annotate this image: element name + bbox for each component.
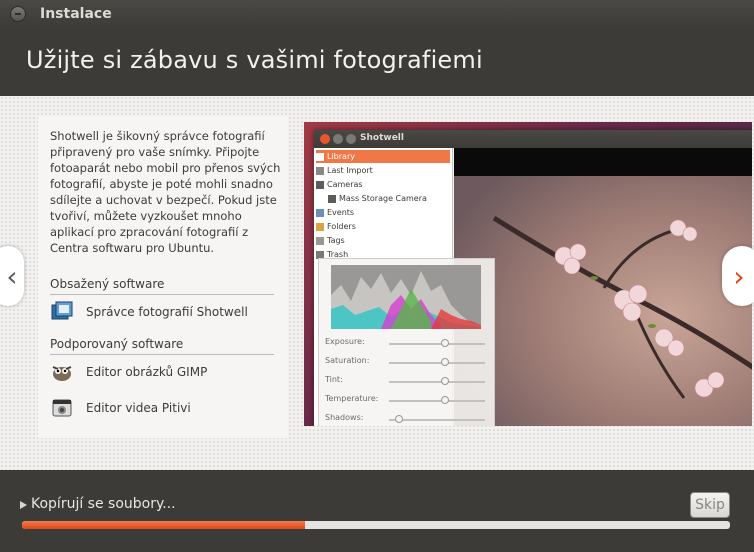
sidebar-item-events: Events <box>316 206 450 219</box>
temperature-knob <box>441 396 449 404</box>
library-icon <box>316 152 324 161</box>
blossom-branch <box>492 215 752 399</box>
next-slide-button[interactable]: › <box>722 246 754 306</box>
skip-button[interactable]: Skip <box>690 492 730 518</box>
photo-toolbar <box>454 148 752 176</box>
histogram <box>331 265 481 329</box>
pitivi-icon <box>50 397 74 419</box>
software-item-label: Správce fotografií Shotwell <box>86 305 248 319</box>
minimize-button[interactable] <box>10 6 26 22</box>
tint-knob <box>441 377 449 385</box>
software-item-shotwell: Správce fotografií Shotwell <box>50 300 248 324</box>
slider-temperature: Temperature: <box>325 394 485 408</box>
info-panel: Shotwell je šikovný správce fotografií p… <box>38 116 288 438</box>
install-footer: Kopírují se soubory... Skip <box>0 470 754 552</box>
folder-icon <box>316 222 324 231</box>
window-titlebar: Instalace <box>0 0 754 28</box>
sidebar-item-mass-storage: Mass Storage Camera <box>328 192 450 205</box>
software-item-gimp: Editor obrázků GIMP <box>50 360 207 384</box>
slider-shadows: Shadows: <box>325 413 485 426</box>
window-title: Instalace <box>40 6 112 22</box>
slide-title: Užijte si zábavu s vašimi fotografiemi <box>26 46 483 74</box>
cherry-blossom-photo <box>454 148 752 426</box>
status-text: Kopírují se soubory... <box>31 496 176 512</box>
software-item-pitivi: Editor videa Pitivi <box>50 396 191 420</box>
slider-exposure: Exposure: <box>325 337 485 351</box>
import-icon <box>316 166 324 175</box>
slide-content: Shotwell je šikovný správce fotografií p… <box>0 96 754 470</box>
progress-fill <box>22 521 306 529</box>
shotwell-screenshot: Shotwell Library Last Import Cameras Mas… <box>304 122 752 426</box>
slider-tint: Tint: <box>325 375 485 389</box>
slide-header: Užijte si zábavu s vašimi fotografiemi <box>0 28 754 96</box>
close-icon <box>320 134 330 144</box>
status-expander[interactable]: Kopírují se soubory... <box>20 496 176 512</box>
saturation-knob <box>441 358 449 366</box>
sidebar-item-folders: Folders <box>316 220 450 233</box>
events-icon <box>316 208 324 217</box>
install-progress-bar <box>22 521 730 529</box>
slider-saturation: Saturation: <box>325 356 485 370</box>
sidebar-item-tags: Tags <box>316 234 450 247</box>
previous-slide-button[interactable]: ‹ <box>0 246 24 306</box>
included-software-heading: Obsažený software <box>50 277 274 295</box>
software-item-label: Editor videa Pitivi <box>86 401 191 415</box>
supported-software-heading: Podporovaný software <box>50 337 274 355</box>
shotwell-title: Shotwell <box>360 133 404 143</box>
minimize-icon <box>333 134 343 144</box>
shadows-knob <box>395 415 403 423</box>
expander-arrow-icon <box>20 500 27 509</box>
maximize-icon <box>346 134 356 144</box>
sidebar-item-cameras: Cameras <box>316 178 450 191</box>
tag-icon <box>316 236 324 245</box>
software-item-label: Editor obrázků GIMP <box>86 365 208 379</box>
gimp-icon <box>50 361 74 383</box>
sidebar-item-library: Library <box>316 150 450 163</box>
shotwell-icon <box>50 301 74 323</box>
slide-description: Shotwell je šikovný správce fotografií p… <box>50 129 281 255</box>
camera-icon <box>328 194 336 203</box>
sidebar-item-last-import: Last Import <box>316 164 450 177</box>
shotwell-titlebar: Shotwell <box>314 130 752 148</box>
camera-icon <box>316 180 324 189</box>
exposure-knob <box>441 339 449 347</box>
adjust-dialog: Exposure: Saturation: Tint: Temperature:… <box>318 258 495 426</box>
